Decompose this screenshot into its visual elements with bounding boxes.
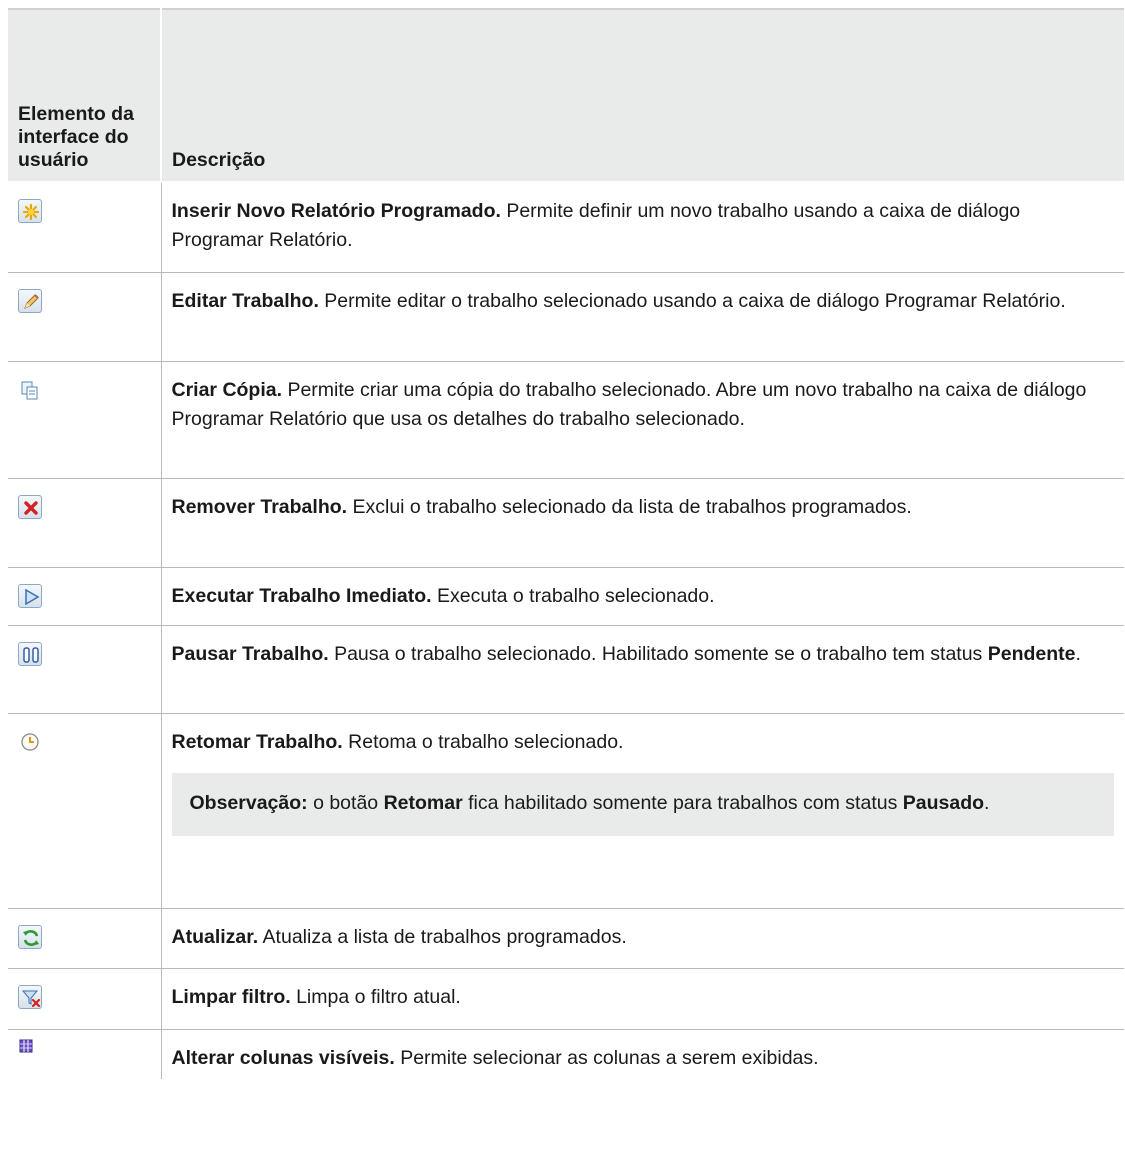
icon-cell	[8, 478, 162, 568]
table-row: Retomar Trabalho. Retoma o trabalho sele…	[8, 713, 1124, 909]
icon-cell	[8, 272, 162, 362]
row-title: Atualizar.	[171, 925, 259, 948]
description-cell: Inserir Novo Relatório Programado. Permi…	[161, 182, 1124, 273]
pause-icon	[18, 641, 42, 666]
status-pending: Pendente	[987, 642, 1076, 665]
note-resume: Retomar	[383, 791, 463, 814]
icon-cell	[8, 908, 162, 969]
delete-x-icon	[18, 494, 42, 519]
description-cell: Executar Trabalho Imediato. Executa o tr…	[161, 567, 1124, 626]
row-text: Executa o trabalho selecionado.	[431, 584, 715, 607]
ui-elements-table: Elemento da interface do usuário Descriç…	[8, 8, 1124, 1079]
row-title: Inserir Novo Relatório Programado.	[171, 200, 501, 222]
row-title: Editar Trabalho.	[171, 289, 319, 312]
header-ui-element: Elemento da interface do usuário	[8, 8, 162, 183]
clear-filter-icon	[18, 984, 42, 1009]
icon-cell	[8, 567, 162, 626]
table-row: Pausar Trabalho. Pausa o trabalho seleci…	[8, 625, 1124, 714]
row-title: Remover Trabalho.	[171, 495, 348, 518]
note-box: Observação: o botão Retomar fica habilit…	[171, 772, 1114, 836]
row-text: Permite criar uma cópia do trabalho sele…	[171, 378, 1087, 430]
table-row: Alterar colunas visíveis. Permite seleci…	[8, 1029, 1124, 1079]
description-cell: Criar Cópia. Permite criar uma cópia do …	[161, 361, 1124, 479]
note-label: Observação:	[189, 791, 308, 814]
row-text: Exclui o trabalho selecionado da lista d…	[347, 495, 912, 518]
row-title: Pausar Trabalho.	[171, 642, 329, 665]
icon-cell	[8, 713, 162, 909]
note-text: o botão	[307, 791, 384, 814]
icon-cell	[8, 182, 162, 273]
row-title: Retomar Trabalho.	[171, 730, 343, 753]
table-row: Limpar filtro. Limpa o filtro atual.	[8, 968, 1124, 1030]
row-text: Pausa o trabalho selecionado. Habilitado…	[328, 642, 988, 665]
resume-clock-icon	[18, 730, 42, 754]
edit-pencil-icon	[18, 288, 42, 313]
row-title: Criar Cópia.	[171, 378, 283, 401]
description-cell: Limpar filtro. Limpa o filtro atual.	[161, 968, 1124, 1030]
icon-cell	[8, 625, 162, 714]
run-play-icon	[18, 583, 42, 608]
row-title: Executar Trabalho Imediato.	[171, 584, 432, 607]
row-text: Permite editar o trabalho selecionado us…	[318, 289, 1066, 312]
note-text: .	[984, 791, 990, 814]
table-row: Executar Trabalho Imediato. Executa o tr…	[8, 567, 1124, 626]
new-scheduled-report-icon	[18, 199, 42, 223]
table-row: Editar Trabalho. Permite editar o trabal…	[8, 272, 1124, 362]
icon-cell	[8, 968, 162, 1030]
description-cell: Alterar colunas visíveis. Permite seleci…	[161, 1029, 1124, 1079]
description-cell: Remover Trabalho. Exclui o trabalho sele…	[161, 478, 1124, 568]
icon-cell	[8, 361, 162, 479]
note-paused: Pausado	[902, 791, 985, 814]
row-text: Permite selecionar as colunas a serem ex…	[394, 1046, 819, 1069]
description-cell: Atualizar. Atualiza a lista de trabalhos…	[161, 908, 1124, 969]
row-title: Alterar colunas visíveis.	[171, 1046, 395, 1069]
note-text: fica habilitado somente para trabalhos c…	[462, 791, 903, 814]
refresh-icon	[18, 924, 42, 949]
row-text-tail: .	[1075, 642, 1081, 665]
table-row: Remover Trabalho. Exclui o trabalho sele…	[8, 478, 1124, 568]
columns-icon	[18, 1038, 34, 1054]
copy-icon	[18, 378, 42, 402]
row-text: Atualiza a lista de trabalhos programado…	[258, 925, 627, 948]
row-title: Limpar filtro.	[171, 985, 291, 1008]
description-cell: Pausar Trabalho. Pausa o trabalho seleci…	[161, 625, 1124, 714]
description-cell: Editar Trabalho. Permite editar o trabal…	[161, 272, 1124, 362]
table-row: Atualizar. Atualiza a lista de trabalhos…	[8, 908, 1124, 969]
icon-cell	[8, 1029, 162, 1079]
table-header-row: Elemento da interface do usuário Descriç…	[8, 8, 1124, 183]
table-row: Criar Cópia. Permite criar uma cópia do …	[8, 361, 1124, 479]
header-description: Descrição	[161, 8, 1124, 183]
row-text: Retoma o trabalho selecionado.	[342, 730, 624, 753]
description-cell: Retomar Trabalho. Retoma o trabalho sele…	[161, 713, 1124, 909]
row-text: Limpa o filtro atual.	[290, 985, 461, 1008]
table-row: Inserir Novo Relatório Programado. Permi…	[8, 182, 1124, 273]
